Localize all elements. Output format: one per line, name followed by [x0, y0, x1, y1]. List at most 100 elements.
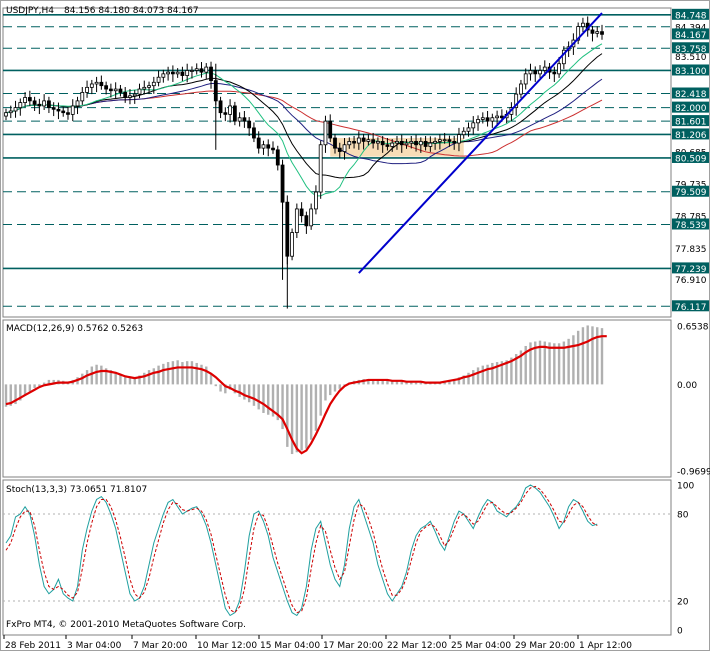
candle-body	[170, 71, 175, 75]
candle-body	[75, 100, 80, 107]
macd-bar	[124, 377, 127, 385]
price-tick-label: 84.167	[675, 31, 707, 41]
candle-body	[590, 29, 595, 34]
stoch-main-line	[5, 484, 598, 617]
candle-body	[595, 31, 600, 34]
candle-body	[457, 134, 461, 144]
macd-bar	[257, 384, 260, 410]
candle-body	[51, 107, 56, 110]
candle-body	[151, 81, 156, 87]
panel-frame	[2, 319, 672, 478]
price-tick-label: 79.509	[675, 188, 707, 198]
macd-header: MACD(12,26,9) 0.5762 0.5263	[6, 324, 143, 334]
time-tick-label: 10 Mar 12:00	[197, 641, 257, 651]
candle-body	[56, 108, 61, 112]
chart-canvas[interactable]: 84.74884.39484.16783.75883.51083.10082.4…	[0, 0, 710, 651]
candle-body	[309, 208, 314, 227]
candle-body	[104, 85, 109, 90]
candle-body	[333, 137, 337, 149]
price-tick-label: 83.100	[675, 67, 707, 77]
candle-body	[490, 117, 495, 122]
price-tick-label: 82.418	[675, 90, 707, 100]
copyright-label: FxPro MT4, © 2001-2010 MetaQuotes Softwa…	[6, 620, 246, 630]
time-tick-label: 28 Feb 2011	[5, 641, 61, 651]
macd-bar	[185, 361, 189, 385]
time-tick-label: 29 Mar 20:00	[515, 641, 575, 651]
macd-bar	[576, 330, 580, 385]
candle-body	[23, 97, 27, 103]
candle-body	[27, 97, 32, 102]
candle-body	[252, 127, 256, 139]
macd-panel[interactable]	[4, 325, 607, 455]
candle-body	[328, 120, 333, 139]
candle-body	[290, 232, 294, 257]
price-tick-label: 84.748	[675, 11, 707, 21]
candle-body	[37, 103, 42, 107]
macd-bar	[333, 384, 337, 392]
candle-body	[423, 140, 428, 147]
candle-body	[314, 191, 318, 210]
stoch-header: Stoch(13,3,3) 73.0651 71.8107	[6, 485, 147, 495]
panel-frame	[2, 7, 672, 318]
time-tick-label: 22 Mar 12:00	[387, 641, 447, 651]
candle-body	[47, 100, 51, 109]
macd-bar	[314, 384, 318, 431]
macd-bar	[243, 384, 246, 400]
candle-body	[485, 117, 490, 122]
candle-body	[442, 139, 447, 142]
candle-body	[495, 115, 500, 119]
candle-body	[471, 122, 476, 129]
time-tick-label: 15 Mar 04:00	[260, 641, 320, 651]
candle-body	[223, 112, 228, 115]
time-tick-label: 3 Mar 04:00	[67, 641, 122, 651]
candle-body	[452, 140, 457, 144]
candle-body	[32, 100, 37, 105]
macd-bar	[205, 366, 208, 385]
macd-bar	[305, 384, 308, 449]
price-panel[interactable]	[3, 12, 671, 309]
macd-bar	[481, 365, 484, 385]
candle-body	[137, 88, 142, 95]
candle-body	[552, 71, 557, 75]
candle-body	[466, 127, 471, 132]
candle-body	[404, 142, 409, 146]
candle-body	[352, 140, 356, 144]
candle-body	[519, 83, 523, 95]
candle-body	[204, 66, 209, 73]
candle-body	[209, 66, 213, 82]
time-tick-label: 7 Mar 20:00	[133, 641, 188, 651]
candle-body	[132, 93, 137, 97]
stoch-tick-label: 100	[677, 482, 694, 492]
macd-bar	[152, 368, 156, 385]
macd-bar	[162, 363, 165, 385]
macd-bar	[28, 384, 32, 392]
candle-body	[437, 139, 442, 142]
candle-body	[476, 119, 480, 124]
macd-bar	[252, 384, 256, 406]
macd-bar	[100, 365, 103, 385]
stochastic-panel[interactable]	[3, 484, 671, 617]
candle-body	[347, 140, 352, 146]
time-tick-label: 1 Apr 12:00	[579, 641, 632, 651]
candle-body	[271, 147, 275, 151]
macd-bar	[238, 384, 241, 397]
candle-body	[156, 76, 161, 83]
candle-body	[237, 117, 242, 122]
candle-body	[66, 112, 70, 115]
macd-bar	[190, 361, 194, 385]
macd-bar	[166, 362, 170, 385]
stoch-tick-label: 80	[677, 511, 689, 521]
candle-body	[161, 73, 166, 78]
candle-body	[247, 120, 252, 129]
candle-body	[390, 142, 395, 147]
candle-body	[113, 88, 118, 92]
chart-window: 84.748 84.394 84.167 83.758 83.510 83.100 82.4…	[0, 0, 710, 651]
candle-body	[299, 208, 304, 217]
macd-bar	[219, 384, 222, 392]
time-tick-label: 25 Mar 04:00	[451, 641, 511, 651]
candle-body	[499, 115, 504, 119]
ma-green-line	[5, 43, 603, 197]
price-tick-label: 77.239	[675, 265, 707, 275]
candle-body	[414, 140, 418, 146]
candle-body	[218, 100, 223, 114]
